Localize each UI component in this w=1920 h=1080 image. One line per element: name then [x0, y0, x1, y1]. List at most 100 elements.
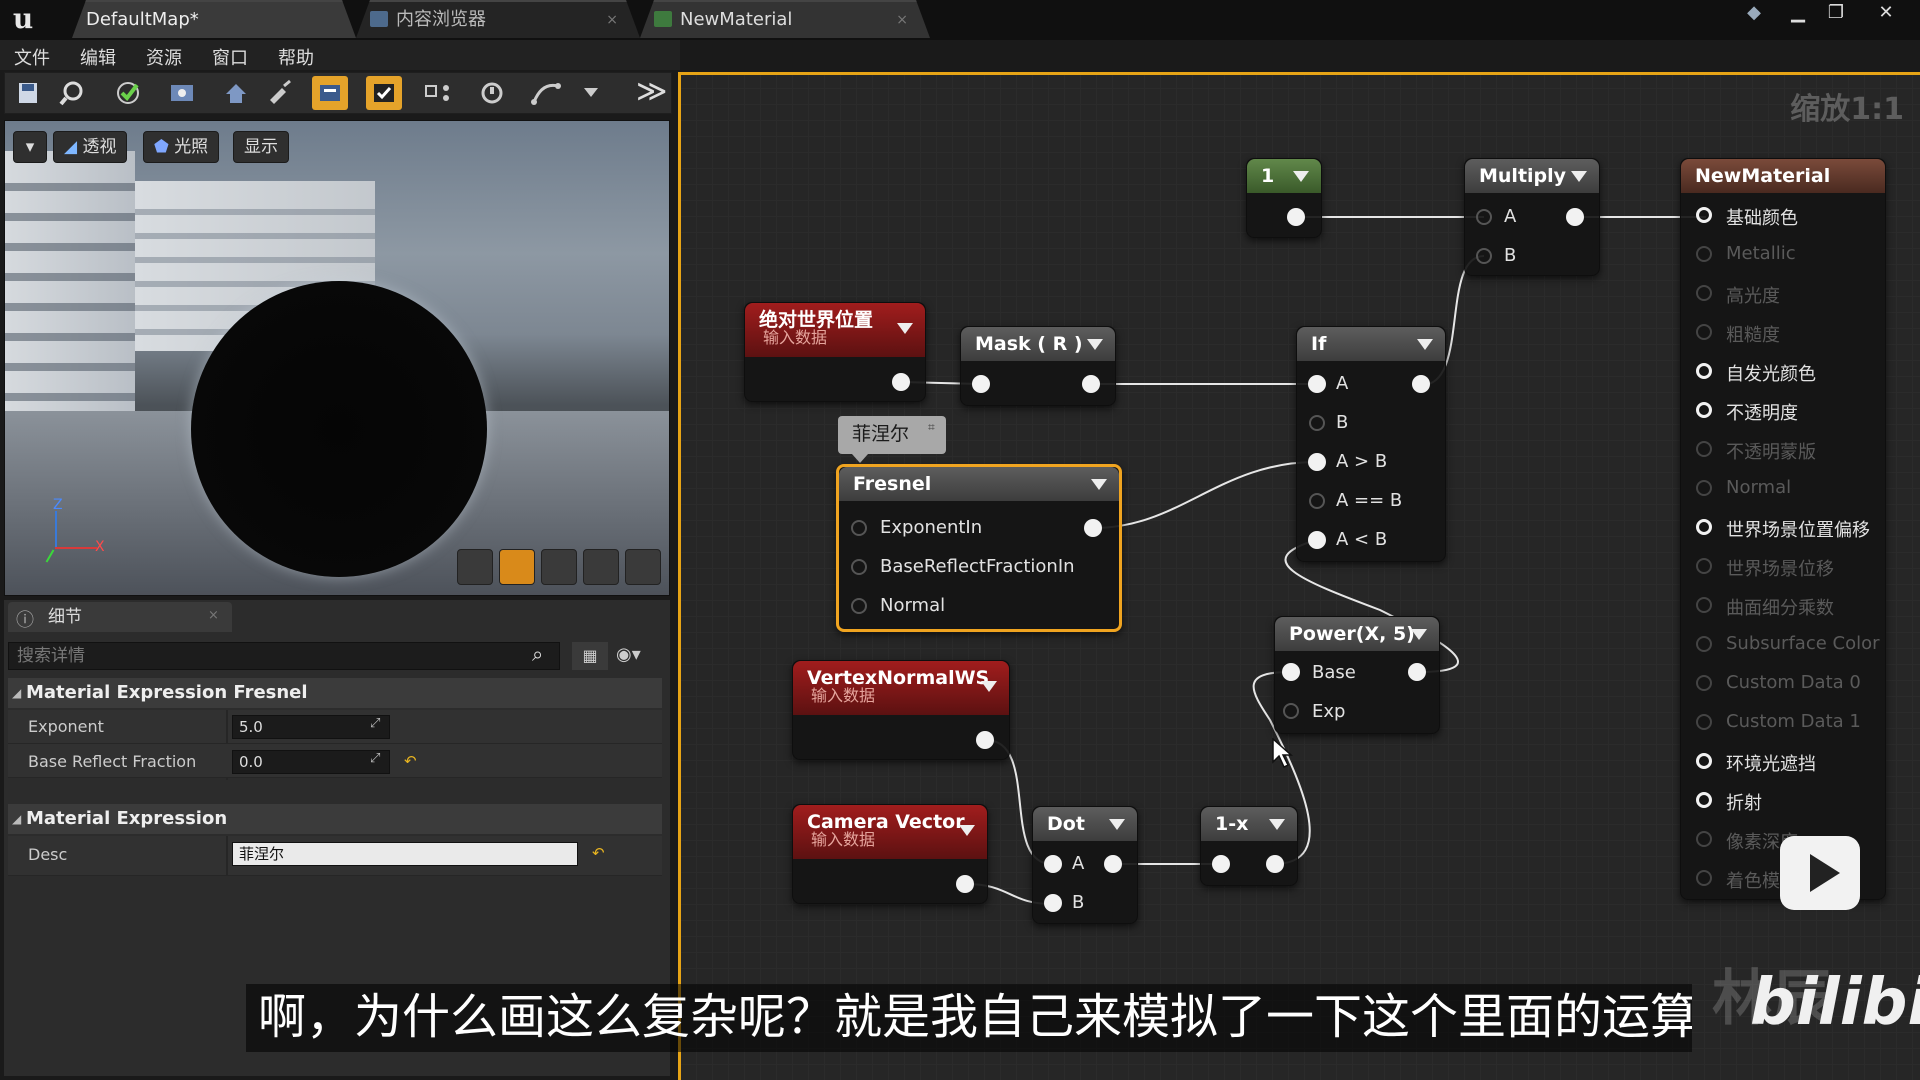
live-update-icon[interactable] — [474, 76, 510, 110]
cube-preview-icon[interactable] — [583, 549, 619, 585]
save-icon[interactable] — [10, 76, 46, 110]
node-constant[interactable]: 1 — [1246, 158, 1322, 238]
search-nodes-icon[interactable] — [164, 76, 200, 110]
perspective-button[interactable]: ◢ 透视 — [53, 131, 128, 163]
menu-window[interactable]: 窗口 — [212, 44, 248, 70]
input-pin-a[interactable] — [1308, 375, 1326, 393]
material-input-pin[interactable] — [1696, 441, 1712, 457]
spinner-icon[interactable]: ⤢ — [370, 716, 380, 731]
pin-comment-icon[interactable]: ⌗ — [928, 420, 935, 435]
input-pin-exponentin[interactable] — [851, 520, 867, 536]
chevron-down-icon[interactable] — [897, 323, 913, 334]
output-pin[interactable] — [1266, 855, 1284, 873]
reset-to-default-icon[interactable]: ↶ — [404, 752, 417, 770]
view-options-icon[interactable]: ▦ — [572, 642, 608, 670]
output-pin[interactable] — [976, 731, 994, 749]
node-fresnel-selected[interactable]: Fresnel — [836, 464, 1122, 632]
tab-newmaterial[interactable]: NewMaterial × — [640, 0, 930, 38]
menu-edit[interactable]: 编辑 — [80, 44, 116, 70]
material-input-pin[interactable] — [1696, 246, 1712, 262]
reset-to-default-icon[interactable]: ↶ — [592, 844, 605, 862]
chevron-down-icon[interactable] — [1571, 171, 1587, 182]
chevron-down-icon[interactable] — [1091, 479, 1107, 490]
input-pin-basereflectfraction[interactable] — [851, 559, 867, 575]
material-preview-viewport[interactable]: ▾ ◢ 透视 ⬟ 光照 显示 Z X — [4, 120, 670, 596]
input-pin-exp[interactable] — [1283, 703, 1299, 719]
search-details-input[interactable]: 搜索详情 — [8, 642, 560, 670]
input-pin-normal[interactable] — [851, 598, 867, 614]
input-pin-b[interactable] — [1309, 415, 1325, 431]
node-if[interactable]: If — [1296, 326, 1446, 562]
home-icon[interactable] — [218, 76, 254, 110]
play-button-icon[interactable] — [1780, 836, 1860, 910]
output-pin[interactable] — [892, 373, 910, 391]
material-input-pin[interactable] — [1696, 402, 1712, 418]
chevron-down-icon[interactable] — [1109, 819, 1125, 830]
output-pin[interactable] — [1287, 208, 1305, 226]
chevron-down-icon[interactable] — [1269, 819, 1285, 830]
base-reflect-fraction-field[interactable]: 0.0 — [232, 750, 390, 774]
exponent-field[interactable]: 5.0 — [232, 715, 390, 739]
apply-icon[interactable] — [110, 76, 146, 110]
close-icon[interactable]: × — [896, 2, 908, 38]
expand-toolbar-icon[interactable]: ≫ — [636, 74, 667, 109]
live-preview-icon[interactable] — [366, 76, 402, 110]
chevron-down-icon[interactable] — [1087, 339, 1103, 350]
feedback-icon[interactable]: ◆ — [1736, 2, 1772, 26]
input-pin-a[interactable] — [1476, 209, 1492, 225]
material-input-pin[interactable] — [1696, 636, 1712, 652]
output-pin[interactable] — [1566, 208, 1584, 226]
chevron-down-icon[interactable] — [981, 681, 997, 692]
material-input-pin[interactable] — [1696, 558, 1712, 574]
details-tab[interactable]: 细节 — [8, 602, 232, 632]
input-pin-a-less-b[interactable] — [1308, 531, 1326, 549]
input-pin[interactable] — [972, 375, 990, 393]
material-input-pin[interactable] — [1696, 753, 1712, 769]
close-icon[interactable]: × — [606, 2, 618, 38]
viewport-options-button[interactable]: ▾ — [13, 131, 47, 163]
section-material-expression-fresnel[interactable]: Material Expression Fresnel — [8, 678, 662, 708]
node-mask[interactable]: Mask ( R ) — [960, 326, 1116, 406]
lit-button[interactable]: ⬟ 光照 — [143, 131, 220, 163]
spinner-icon[interactable]: ⤢ — [370, 751, 380, 766]
show-button[interactable]: 显示 — [233, 131, 289, 163]
connectors-icon[interactable] — [312, 76, 348, 110]
output-pin[interactable] — [956, 875, 974, 893]
collapse-icon[interactable]: ◢ — [12, 812, 21, 826]
material-input-pin[interactable] — [1696, 714, 1712, 730]
chevron-down-icon[interactable] — [1411, 629, 1427, 640]
chevron-down-icon[interactable] — [1293, 171, 1309, 182]
input-pin-b[interactable] — [1044, 894, 1062, 912]
input-pin-base[interactable] — [1282, 663, 1300, 681]
custom-mesh-preview-icon[interactable] — [625, 549, 661, 585]
tab-content-browser[interactable]: 内容浏览器 × — [356, 0, 640, 38]
menu-help[interactable]: 帮助 — [278, 44, 314, 70]
material-input-pin[interactable] — [1696, 207, 1712, 223]
material-input-pin[interactable] — [1696, 519, 1712, 535]
material-input-pin[interactable] — [1696, 480, 1712, 496]
input-pin[interactable] — [1212, 855, 1230, 873]
input-pin-a-equals-b[interactable] — [1309, 493, 1325, 509]
eye-icon[interactable]: ◉▾ — [616, 644, 641, 665]
material-input-pin[interactable] — [1696, 363, 1712, 379]
desc-field[interactable]: 菲涅尔 — [232, 842, 578, 866]
live-nodes-icon[interactable] — [420, 76, 456, 110]
material-input-pin[interactable] — [1696, 870, 1712, 886]
chevron-down-icon[interactable] — [1417, 339, 1433, 350]
material-input-pin[interactable] — [1696, 831, 1712, 847]
dropdown-arrow-icon[interactable] — [584, 88, 598, 97]
close-icon[interactable]: × — [208, 608, 219, 623]
chevron-down-icon[interactable] — [959, 825, 975, 836]
menu-asset[interactable]: 资源 — [146, 44, 182, 70]
tab-defaultmap[interactable]: DefaultMap* — [72, 0, 356, 38]
collapse-icon[interactable]: ◢ — [12, 686, 21, 700]
input-pin-a-greater-b[interactable] — [1308, 453, 1326, 471]
browse-icon[interactable] — [56, 76, 92, 110]
material-input-pin[interactable] — [1696, 324, 1712, 340]
menu-file[interactable]: 文件 — [14, 44, 50, 70]
output-pin[interactable] — [1084, 519, 1102, 537]
close-window-button[interactable]: ✕ — [1868, 2, 1904, 26]
plane-preview-icon[interactable] — [541, 549, 577, 585]
input-pin-a[interactable] — [1044, 855, 1062, 873]
maximize-button[interactable]: ❐ — [1818, 2, 1854, 26]
